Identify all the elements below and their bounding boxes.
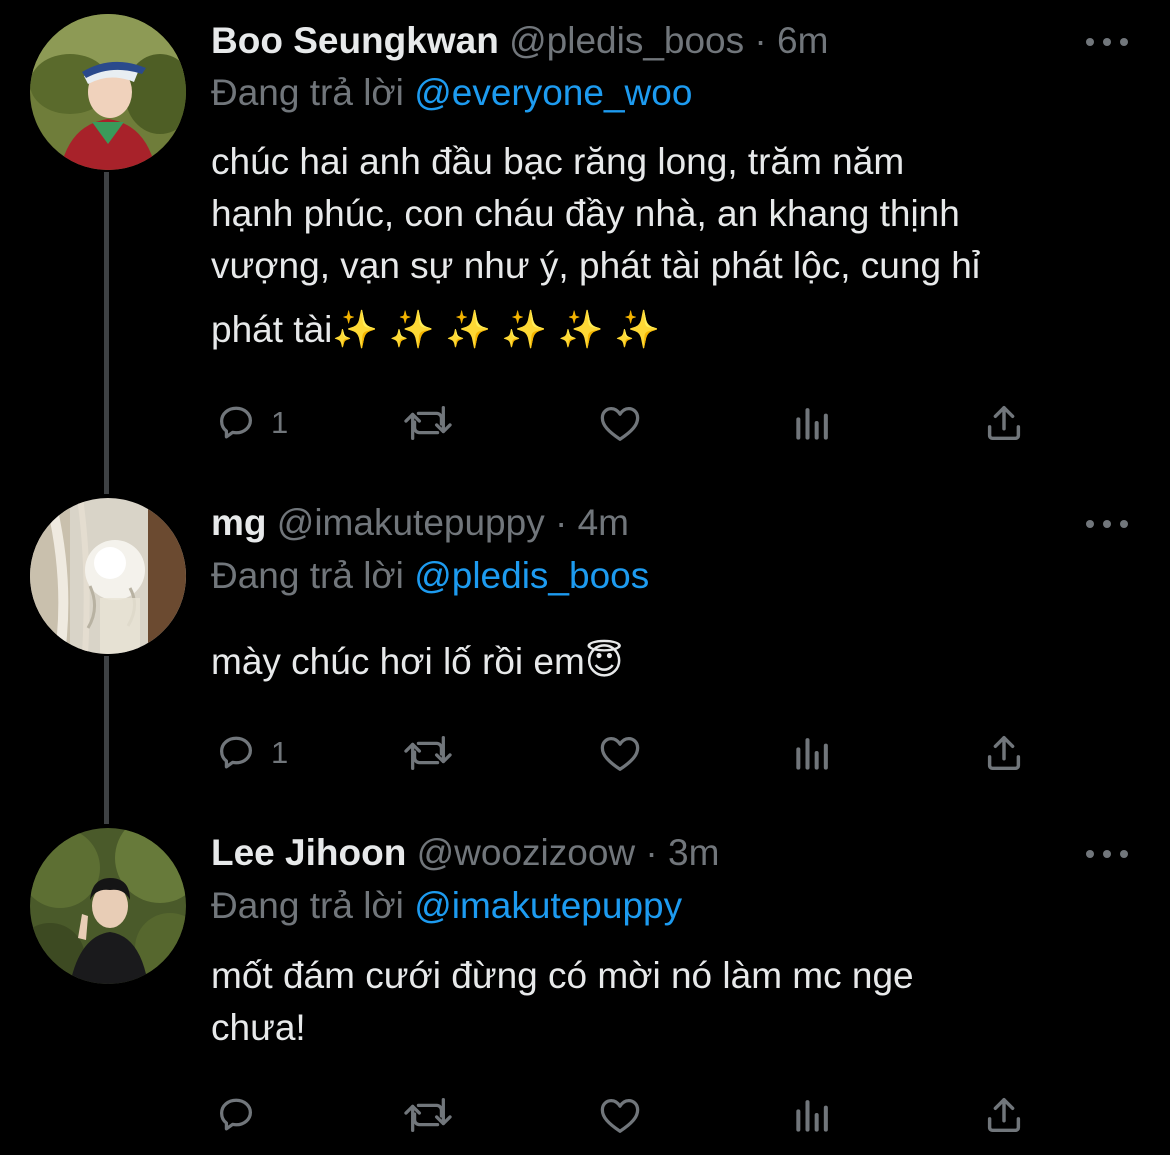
reply-icon (219, 1098, 253, 1131)
mention-link[interactable]: @pledis_boos (414, 555, 649, 596)
tweet-text-line: chúc hai anh đầu bạc răng long, trăm năm (211, 141, 905, 182)
views-button[interactable] (791, 728, 835, 778)
mention-link[interactable]: @imakutepuppy (414, 885, 682, 926)
replying-to: Đang trả lời @everyone_woo (211, 71, 692, 115)
tweet-text-line: phát tài✨ ✨ ✨ ✨ ✨ ✨ (211, 309, 661, 350)
timestamp[interactable]: 4m (578, 502, 629, 543)
share-icon (987, 405, 1021, 441)
tweet-text-line: chưa! (211, 1007, 306, 1048)
retweet-icon (404, 1098, 452, 1132)
more-icon[interactable] (1086, 518, 1128, 530)
tweet-text-line: vượng, vạn sự như ý, phát tài phát lộc, … (211, 245, 981, 286)
share-button[interactable] (981, 728, 1027, 778)
reply-button[interactable] (213, 1090, 271, 1140)
separator-dot: · (754, 20, 767, 61)
retweet-button[interactable] (401, 1090, 455, 1140)
replying-to: Đang trả lời @imakutepuppy (211, 884, 682, 928)
like-button[interactable] (595, 728, 645, 778)
like-button[interactable] (595, 1090, 645, 1140)
reply-icon (219, 736, 253, 769)
replying-to-label: Đang trả lời (211, 885, 404, 926)
tweet[interactable]: mg @imakutepuppy · 4m Đang trả lời @pled… (0, 480, 1170, 810)
views-icon (796, 408, 828, 440)
separator-dot: · (645, 832, 658, 873)
separator-dot: · (555, 502, 568, 543)
tweet-text: mốt đám cưới đừng có mời nó làm mc nge c… (211, 950, 1151, 1054)
share-icon (987, 735, 1021, 771)
tweet-text-line: mày chúc hơi lố rồi em😇 (211, 641, 624, 682)
tweet-text-line: hạnh phúc, con cháu đầy nhà, an khang th… (211, 193, 960, 234)
mention-link[interactable]: @everyone_woo (414, 72, 692, 113)
views-icon (796, 738, 828, 770)
display-name[interactable]: Lee Jihoon (211, 832, 406, 873)
avatar[interactable] (30, 14, 186, 170)
display-name[interactable]: mg (211, 502, 267, 543)
display-name[interactable]: Boo Seungkwan (211, 20, 499, 61)
tweet[interactable]: Boo Seungkwan @pledis_boos · 6m Đang trả… (0, 0, 1170, 480)
share-button[interactable] (981, 398, 1027, 448)
views-button[interactable] (791, 1090, 835, 1140)
reply-count: 1 (271, 735, 289, 770)
action-bar: 1 (211, 728, 1041, 778)
replying-to: Đang trả lời @pledis_boos (211, 554, 649, 598)
reply-button[interactable]: 1 (213, 398, 288, 448)
views-button[interactable] (791, 398, 835, 448)
avatar[interactable] (30, 498, 186, 654)
replying-to-label: Đang trả lời (211, 555, 404, 596)
like-icon (600, 1098, 640, 1133)
share-button[interactable] (981, 1090, 1027, 1140)
avatar[interactable] (30, 828, 186, 984)
user-handle[interactable]: @imakutepuppy (277, 502, 545, 543)
retweet-button[interactable] (401, 728, 455, 778)
reply-button[interactable]: 1 (213, 728, 288, 778)
action-bar (211, 1090, 1041, 1140)
action-bar: 1 (211, 398, 1041, 448)
retweet-icon (404, 406, 452, 440)
more-icon[interactable] (1086, 36, 1128, 48)
user-handle[interactable]: @woozizoow (417, 832, 636, 873)
like-button[interactable] (595, 398, 645, 448)
views-icon (796, 1100, 828, 1132)
tweet-text: mày chúc hơi lố rồi em😇 (211, 636, 1151, 688)
share-icon (987, 1097, 1021, 1133)
like-icon (600, 736, 640, 771)
tweet-header: mg @imakutepuppy · 4m (211, 501, 629, 545)
tweet-text: chúc hai anh đầu bạc răng long, trăm năm… (211, 136, 1151, 356)
like-icon (600, 406, 640, 441)
timestamp[interactable]: 6m (777, 20, 828, 61)
tweet[interactable]: Lee Jihoon @woozizoow · 3m Đang trả lời … (0, 810, 1170, 1155)
replying-to-label: Đang trả lời (211, 72, 404, 113)
reply-icon (219, 406, 253, 439)
timestamp[interactable]: 3m (668, 832, 719, 873)
more-icon[interactable] (1086, 848, 1128, 860)
tweet-header: Boo Seungkwan @pledis_boos · 6m (211, 19, 828, 63)
tweet-header: Lee Jihoon @woozizoow · 3m (211, 831, 719, 875)
tweet-text-line: mốt đám cưới đừng có mời nó làm mc nge (211, 955, 914, 996)
retweet-icon (404, 736, 452, 770)
user-handle[interactable]: @pledis_boos (509, 20, 744, 61)
reply-count: 1 (271, 405, 289, 440)
retweet-button[interactable] (401, 398, 455, 448)
